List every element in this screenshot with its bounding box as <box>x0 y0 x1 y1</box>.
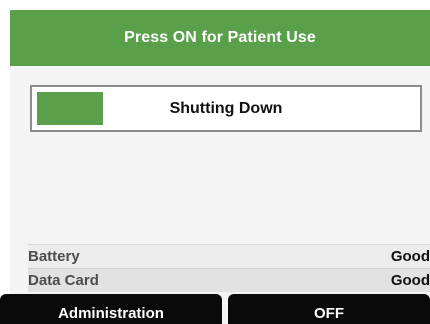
battery-value: Good <box>390 248 430 265</box>
data-card-label: Data Card <box>28 272 99 289</box>
header-title: Press ON for Patient Use <box>124 29 316 46</box>
battery-row: Battery Good <box>28 244 430 268</box>
off-label: OFF <box>314 305 344 322</box>
administration-button[interactable]: Administration <box>0 294 222 324</box>
status-box: Shutting Down <box>30 85 422 132</box>
off-button[interactable]: OFF <box>228 294 430 324</box>
softkey-bar: Administration OFF <box>0 294 430 324</box>
header-bar: Press ON for Patient Use <box>10 10 430 66</box>
data-card-row: Data Card Good <box>28 268 430 292</box>
status-message: Shutting Down <box>169 99 283 117</box>
battery-label: Battery <box>28 248 80 265</box>
data-card-value: Good <box>390 272 430 289</box>
administration-label: Administration <box>58 305 164 322</box>
device-screen: Press ON for Patient Use Shutting Down B… <box>10 10 430 324</box>
